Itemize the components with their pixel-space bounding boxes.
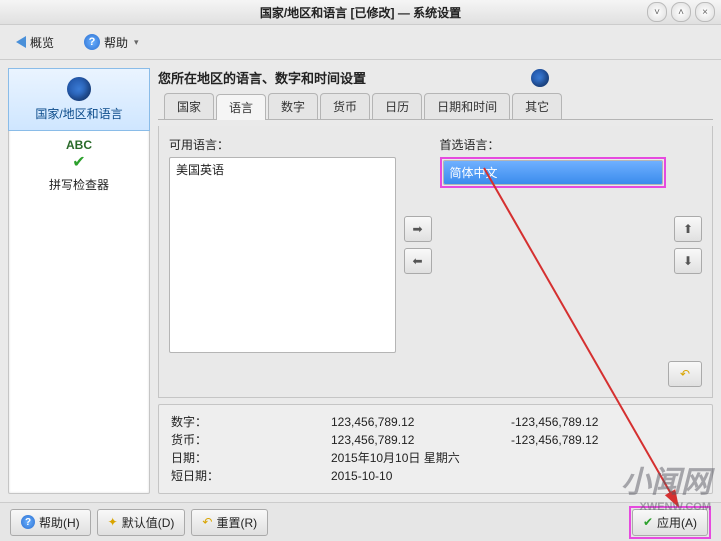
undo-icon: ↶: [680, 367, 690, 381]
add-language-button[interactable]: ➡: [404, 216, 432, 242]
apply-highlight: ✔ 应用(A): [629, 506, 711, 539]
info-currency: 123,456,789.12: [331, 431, 511, 449]
language-panel: 可用语言： 美国英语 ➡ ⬅ 首选语言： 简体中文: [158, 126, 713, 398]
arrow-down-icon: ⬇: [683, 254, 693, 268]
tab-datetime[interactable]: 日期和时间: [424, 93, 510, 119]
preferred-languages-list[interactable]: 简体中文 重启电脑即可: [443, 160, 664, 185]
move-down-button[interactable]: ⬇: [674, 248, 702, 274]
arrow-left-icon: ⬅: [412, 254, 422, 268]
info-numbers: 123,456,789.12: [331, 413, 511, 431]
wand-icon: ✦: [108, 515, 118, 529]
abc-icon: ABC: [13, 138, 145, 152]
sidebar-item-label: 国家/地区和语言: [13, 105, 145, 122]
globe-icon: [531, 69, 549, 87]
tab-numbers[interactable]: 数字: [268, 93, 318, 119]
preferred-label: 首选语言：: [440, 136, 667, 153]
available-languages-list[interactable]: 美国英语: [169, 157, 396, 353]
maximize-button[interactable]: ˄: [671, 2, 691, 22]
sidebar: 国家/地区和语言 ABC ✔ 拼写检查器: [8, 68, 150, 494]
sidebar-item-locale[interactable]: 国家/地区和语言: [8, 68, 150, 131]
sidebar-item-label: 拼写检查器: [13, 176, 145, 193]
remove-language-button[interactable]: ⬅: [404, 248, 432, 274]
main: 您所在地区的语言、数字和时间设置 国家 语言 数字 货币 日历 日期和时间 其它…: [158, 68, 713, 494]
help-icon: ?: [84, 34, 100, 50]
revert-button[interactable]: ↶: [668, 361, 702, 387]
toolbar: 概览 ? 帮助 ▾: [0, 25, 721, 60]
tab-currency[interactable]: 货币: [320, 93, 370, 119]
undo-icon: ↶: [202, 515, 212, 529]
info-currency-neg: -123,456,789.12: [511, 431, 700, 449]
check-icon: ✔: [13, 152, 145, 172]
reset-button[interactable]: ↶ 重置(R): [191, 509, 268, 536]
overview-button[interactable]: 概览: [8, 30, 62, 55]
tabs: 国家 语言 数字 货币 日历 日期和时间 其它: [158, 93, 713, 120]
info-label-shortdate: 短日期：: [171, 467, 331, 485]
arrow-right-icon: ➡: [412, 222, 422, 236]
tab-other[interactable]: 其它: [512, 93, 562, 119]
help-button[interactable]: ? 帮助 ▾: [76, 30, 147, 55]
help-label: 帮助: [104, 34, 128, 51]
tab-language[interactable]: 语言: [216, 94, 266, 120]
bottom-bar: ? 帮助(H) ✦ 默认值(D) ↶ 重置(R) ✔ 应用(A): [0, 502, 721, 541]
info-shortdate: 2015-10-10: [331, 467, 511, 485]
arrow-up-icon: ⬆: [683, 222, 693, 236]
info-label-numbers: 数字：: [171, 413, 331, 431]
globe-icon: [67, 77, 91, 101]
tab-country[interactable]: 国家: [164, 93, 214, 119]
list-item[interactable]: 美国英语: [170, 158, 395, 181]
info-date: 2015年10月10日 星期六: [331, 449, 511, 467]
titlebar: 国家/地区和语言 [已修改] — 系统设置 ˅ ˄ ×: [0, 0, 721, 25]
move-up-button[interactable]: ⬆: [674, 216, 702, 242]
apply-button[interactable]: ✔ 应用(A): [632, 509, 708, 536]
info-numbers-neg: -123,456,789.12: [511, 413, 700, 431]
preview-panel: 数字： 货币： 日期： 短日期： 123,456,789.12 123,456,…: [158, 404, 713, 494]
chevron-down-icon: ▾: [134, 37, 139, 48]
minimize-button[interactable]: ˅: [647, 2, 667, 22]
help-button[interactable]: ? 帮助(H): [10, 509, 91, 536]
check-icon: ✔: [643, 515, 653, 529]
info-label-date: 日期：: [171, 449, 331, 467]
list-item[interactable]: 简体中文: [444, 161, 663, 184]
overview-label: 概览: [30, 34, 54, 51]
available-label: 可用语言：: [169, 136, 396, 153]
back-arrow-icon: [16, 36, 26, 48]
help-icon: ?: [21, 515, 35, 529]
sidebar-item-spellcheck[interactable]: ABC ✔ 拼写检查器: [9, 130, 149, 201]
preferred-highlight: 简体中文 重启电脑即可: [440, 157, 667, 188]
window-title: 国家/地区和语言 [已修改] — 系统设置: [260, 4, 461, 21]
page-title: 您所在地区的语言、数字和时间设置: [158, 68, 366, 87]
tab-calendar[interactable]: 日历: [372, 93, 422, 119]
defaults-button[interactable]: ✦ 默认值(D): [97, 509, 186, 536]
info-label-currency: 货币：: [171, 431, 331, 449]
close-button[interactable]: ×: [695, 2, 715, 22]
